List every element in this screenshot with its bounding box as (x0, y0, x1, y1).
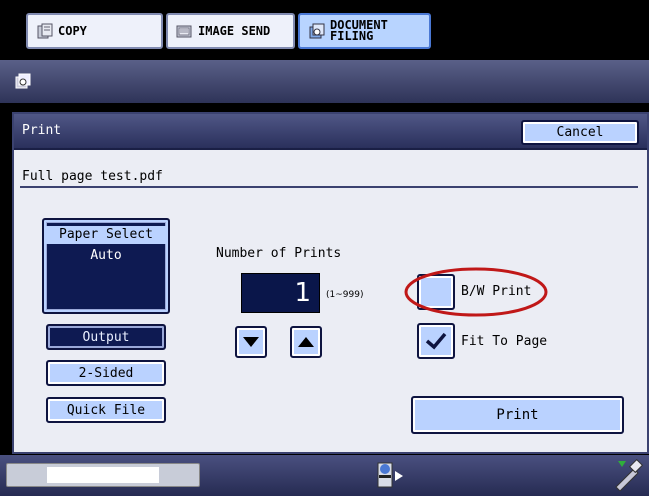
print-dialog: Print Cancel Full page test.pdf Paper Se… (12, 112, 649, 454)
status-bar (0, 455, 649, 496)
status-field-inner (47, 467, 159, 483)
tab-copy-label: COPY (58, 24, 87, 38)
document-filing-icon (15, 73, 31, 89)
divider (20, 186, 638, 188)
checkmark-icon (425, 332, 447, 350)
tab-image-send-label: IMAGE SEND (198, 24, 271, 38)
triangle-up-icon (298, 337, 314, 347)
tab-image-send[interactable]: IMAGE SEND (166, 13, 295, 49)
number-of-prints-value: 1 (294, 278, 311, 308)
triangle-down-icon (243, 337, 259, 347)
paper-select-label: Paper Select (46, 226, 166, 244)
quick-file-button[interactable]: Quick File (46, 397, 166, 423)
copy-icon (37, 23, 53, 39)
two-sided-button[interactable]: 2-Sided (46, 360, 166, 386)
print-button[interactable]: Print (411, 396, 624, 434)
tab-document-filing[interactable]: DOCUMENT FILING (298, 13, 431, 49)
prints-range: (1~999) (326, 290, 364, 300)
number-of-prints-label: Number of Prints (216, 246, 342, 261)
cancel-button[interactable]: Cancel (521, 120, 639, 145)
image-send-icon (176, 25, 192, 38)
maintenance-icon[interactable] (612, 459, 644, 491)
tab-document-filing-label-2: FILING (330, 29, 374, 43)
fit-to-page-checkbox[interactable] (417, 323, 455, 359)
tab-copy[interactable]: COPY (26, 13, 163, 49)
file-name: Full page test.pdf (22, 169, 163, 184)
header-bar (0, 60, 649, 103)
paper-select-button[interactable]: Paper Select Auto (42, 218, 170, 314)
document-filing-icon (309, 23, 325, 39)
number-of-prints-display[interactable]: 1 (241, 273, 320, 313)
dialog-header: Print Cancel (14, 114, 647, 150)
job-status-icon[interactable] (373, 461, 407, 491)
paper-select-value: Auto (90, 248, 122, 263)
highlight-circle (404, 267, 548, 317)
dialog-title: Print (22, 123, 62, 138)
output-button[interactable]: Output (46, 324, 166, 350)
status-field (6, 463, 200, 487)
decrement-button[interactable] (235, 326, 267, 358)
fit-to-page-label: Fit To Page (461, 334, 548, 349)
increment-button[interactable] (290, 326, 322, 358)
